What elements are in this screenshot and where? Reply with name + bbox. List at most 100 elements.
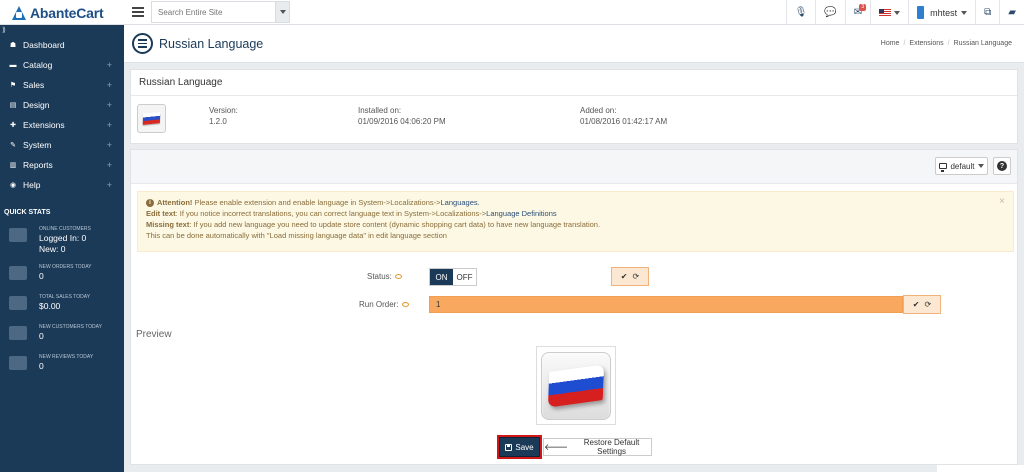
sidebar-item-sales[interactable]: ⚑ Sales + [0,75,124,95]
status-toggle[interactable]: ON OFF [429,268,477,286]
sidebar-item-dashboard[interactable]: ☗ Dashboard [0,35,124,55]
sidebar-item-label: Dashboard [23,40,65,50]
us-flag-icon [879,8,892,17]
stat-label: TOTAL SALES TODAY [39,294,91,300]
language-selector[interactable] [870,0,908,25]
sidebar-collapse-toggle[interactable]: ⟫ [0,25,124,35]
help-button[interactable]: ? [993,157,1011,175]
breadcrumb-extensions[interactable]: Extensions [909,40,943,47]
missing-label: Missing text [146,220,190,229]
edit-label: Edit text [146,209,176,218]
search-box [151,1,290,23]
sidebar-item-label: Sales [23,80,45,90]
status-quicksave-buttons[interactable]: ✔ ⟳ [611,267,649,286]
mail-count-badge: 3 [859,4,867,11]
caret-down-icon [894,10,901,15]
stat-label: NEW ORDERS TODAY [39,264,92,270]
stat-new-reviews: NEW REVIEWS TODAY 0 [0,354,124,384]
breadcrumb-home[interactable]: Home [881,40,900,47]
added-info: Added on: 01/08/2016 01:42:17 AM [580,105,667,127]
mail-icon[interactable]: ✉ 3 [844,0,870,25]
stat-new-customers: NEW CUSTOMERS TODAY 0 [0,324,124,354]
sidebar-item-label: Catalog [23,60,53,70]
sidebar-item-design[interactable]: ▤ Design + [0,95,124,115]
stat-label: NEW CUSTOMERS TODAY [39,324,102,330]
arrow-left-icon: 🡐 [544,441,569,452]
installed-value: 01/09/2016 04:06:20 PM [358,117,446,126]
sidebar-item-system[interactable]: ✎ System + [0,135,124,155]
user-avatar-icon [917,6,925,19]
reset-icon[interactable]: ⟳ [633,272,640,281]
extension-info-panel: Russian Language Version: 1.2.0 Installe… [130,69,1018,144]
restore-default-settings-button[interactable]: 🡐 Restore Default Settings [543,438,652,456]
caret-down-icon [279,10,286,14]
settings-panel: default ? × i Attention! Please enable ex… [130,149,1018,465]
run-order-quicksave-buttons[interactable]: ✔ ⟳ [903,295,941,314]
user-menu[interactable]: mhtest [908,0,975,25]
run-order-input[interactable] [429,296,903,313]
expand-icon: + [106,120,112,130]
external-link-icon[interactable]: ⧉ [975,0,999,25]
expand-icon: + [106,180,112,190]
stat-value: 0 [39,331,44,341]
check-icon[interactable]: ✔ [621,272,628,281]
stat-label: ONLINE CUSTOMERS [39,226,91,232]
version-value: 1.2.0 [209,117,227,126]
sidebar-item-help[interactable]: ◉ Help + [0,175,124,195]
list-icon [132,33,153,54]
sidebar-item-reports[interactable]: ▥ Reports + [0,155,124,175]
status-label: Status: [367,272,392,281]
close-icon[interactable]: × [999,196,1005,207]
search-dropdown-button[interactable] [275,2,289,22]
expand-icon: + [106,160,112,170]
stat-value: $0.00 [39,301,61,311]
stat-total-sales: TOTAL SALES TODAY $0.00 [0,294,124,324]
sidebar-item-extensions[interactable]: ✚ Extensions + [0,115,124,135]
menu-toggle-icon[interactable] [131,5,145,19]
flag-icon: ⚑ [9,82,17,89]
preview-title: Preview [136,329,172,340]
monitor-icon [939,163,948,172]
version-info: Version: 1.2.0 [209,105,238,127]
breadcrumb-separator: / [947,40,950,47]
installed-info: Installed on: 01/09/2016 04:06:20 PM [358,105,446,127]
folder-icon[interactable]: ▰ [999,0,1024,25]
extension-name: Russian Language [131,70,1017,96]
sidebar: ⟫ ☗ Dashboard ▬ Catalog + ⚑ Sales + ▤ De… [0,25,124,472]
caret-down-icon [977,164,984,168]
save-button-label: Save [515,442,534,452]
sidebar-item-label: System [23,140,52,150]
preview-icon-frame [541,351,611,420]
breadcrumb-current: Russian Language [953,40,1012,47]
footer-strip [937,465,1024,472]
expand-icon: + [106,80,112,90]
floppy-disk-icon [505,443,513,451]
sidebar-item-label: Reports [23,160,53,170]
check-icon[interactable]: ✔ [913,300,920,309]
microphone-icon[interactable]: 🎙 [785,0,816,25]
logo-mark-icon [12,5,26,20]
logo[interactable]: AbanteCart [0,0,124,25]
stat-value: Logged In: 0 [39,233,87,243]
comment-icon[interactable] [401,302,409,307]
sidebar-item-catalog[interactable]: ▬ Catalog + [0,55,124,75]
run-order-label-group: Run Order: [359,300,409,309]
languages-link[interactable]: Languages. [441,198,480,207]
status-on-option[interactable]: ON [430,269,453,285]
user-name: mhtest [930,7,958,18]
reset-icon[interactable]: ⟳ [925,300,932,309]
save-button[interactable]: Save [497,435,542,459]
language-definitions-link[interactable]: Language Definitions [486,209,556,218]
comment-icon[interactable] [394,274,402,279]
stat-value: New: 0 [39,244,66,254]
added-value: 01/08/2016 01:42:17 AM [580,117,668,126]
dashboard-icon: ☗ [9,42,17,49]
search-input[interactable] [152,2,275,22]
breadcrumb: Home / Extensions / Russian Language [881,40,1012,47]
chat-icon[interactable]: 💬 [815,0,844,25]
status-off-option[interactable]: OFF [453,269,476,285]
alert-line-edit: Edit text: If you notice incorrect trans… [146,208,1005,219]
store-view-dropdown[interactable]: default [935,157,988,175]
top-bar: AbanteCart 🎙 💬 ✉3 mhtest ⧉ ▰ [0,0,1024,25]
user-icon [9,326,27,340]
